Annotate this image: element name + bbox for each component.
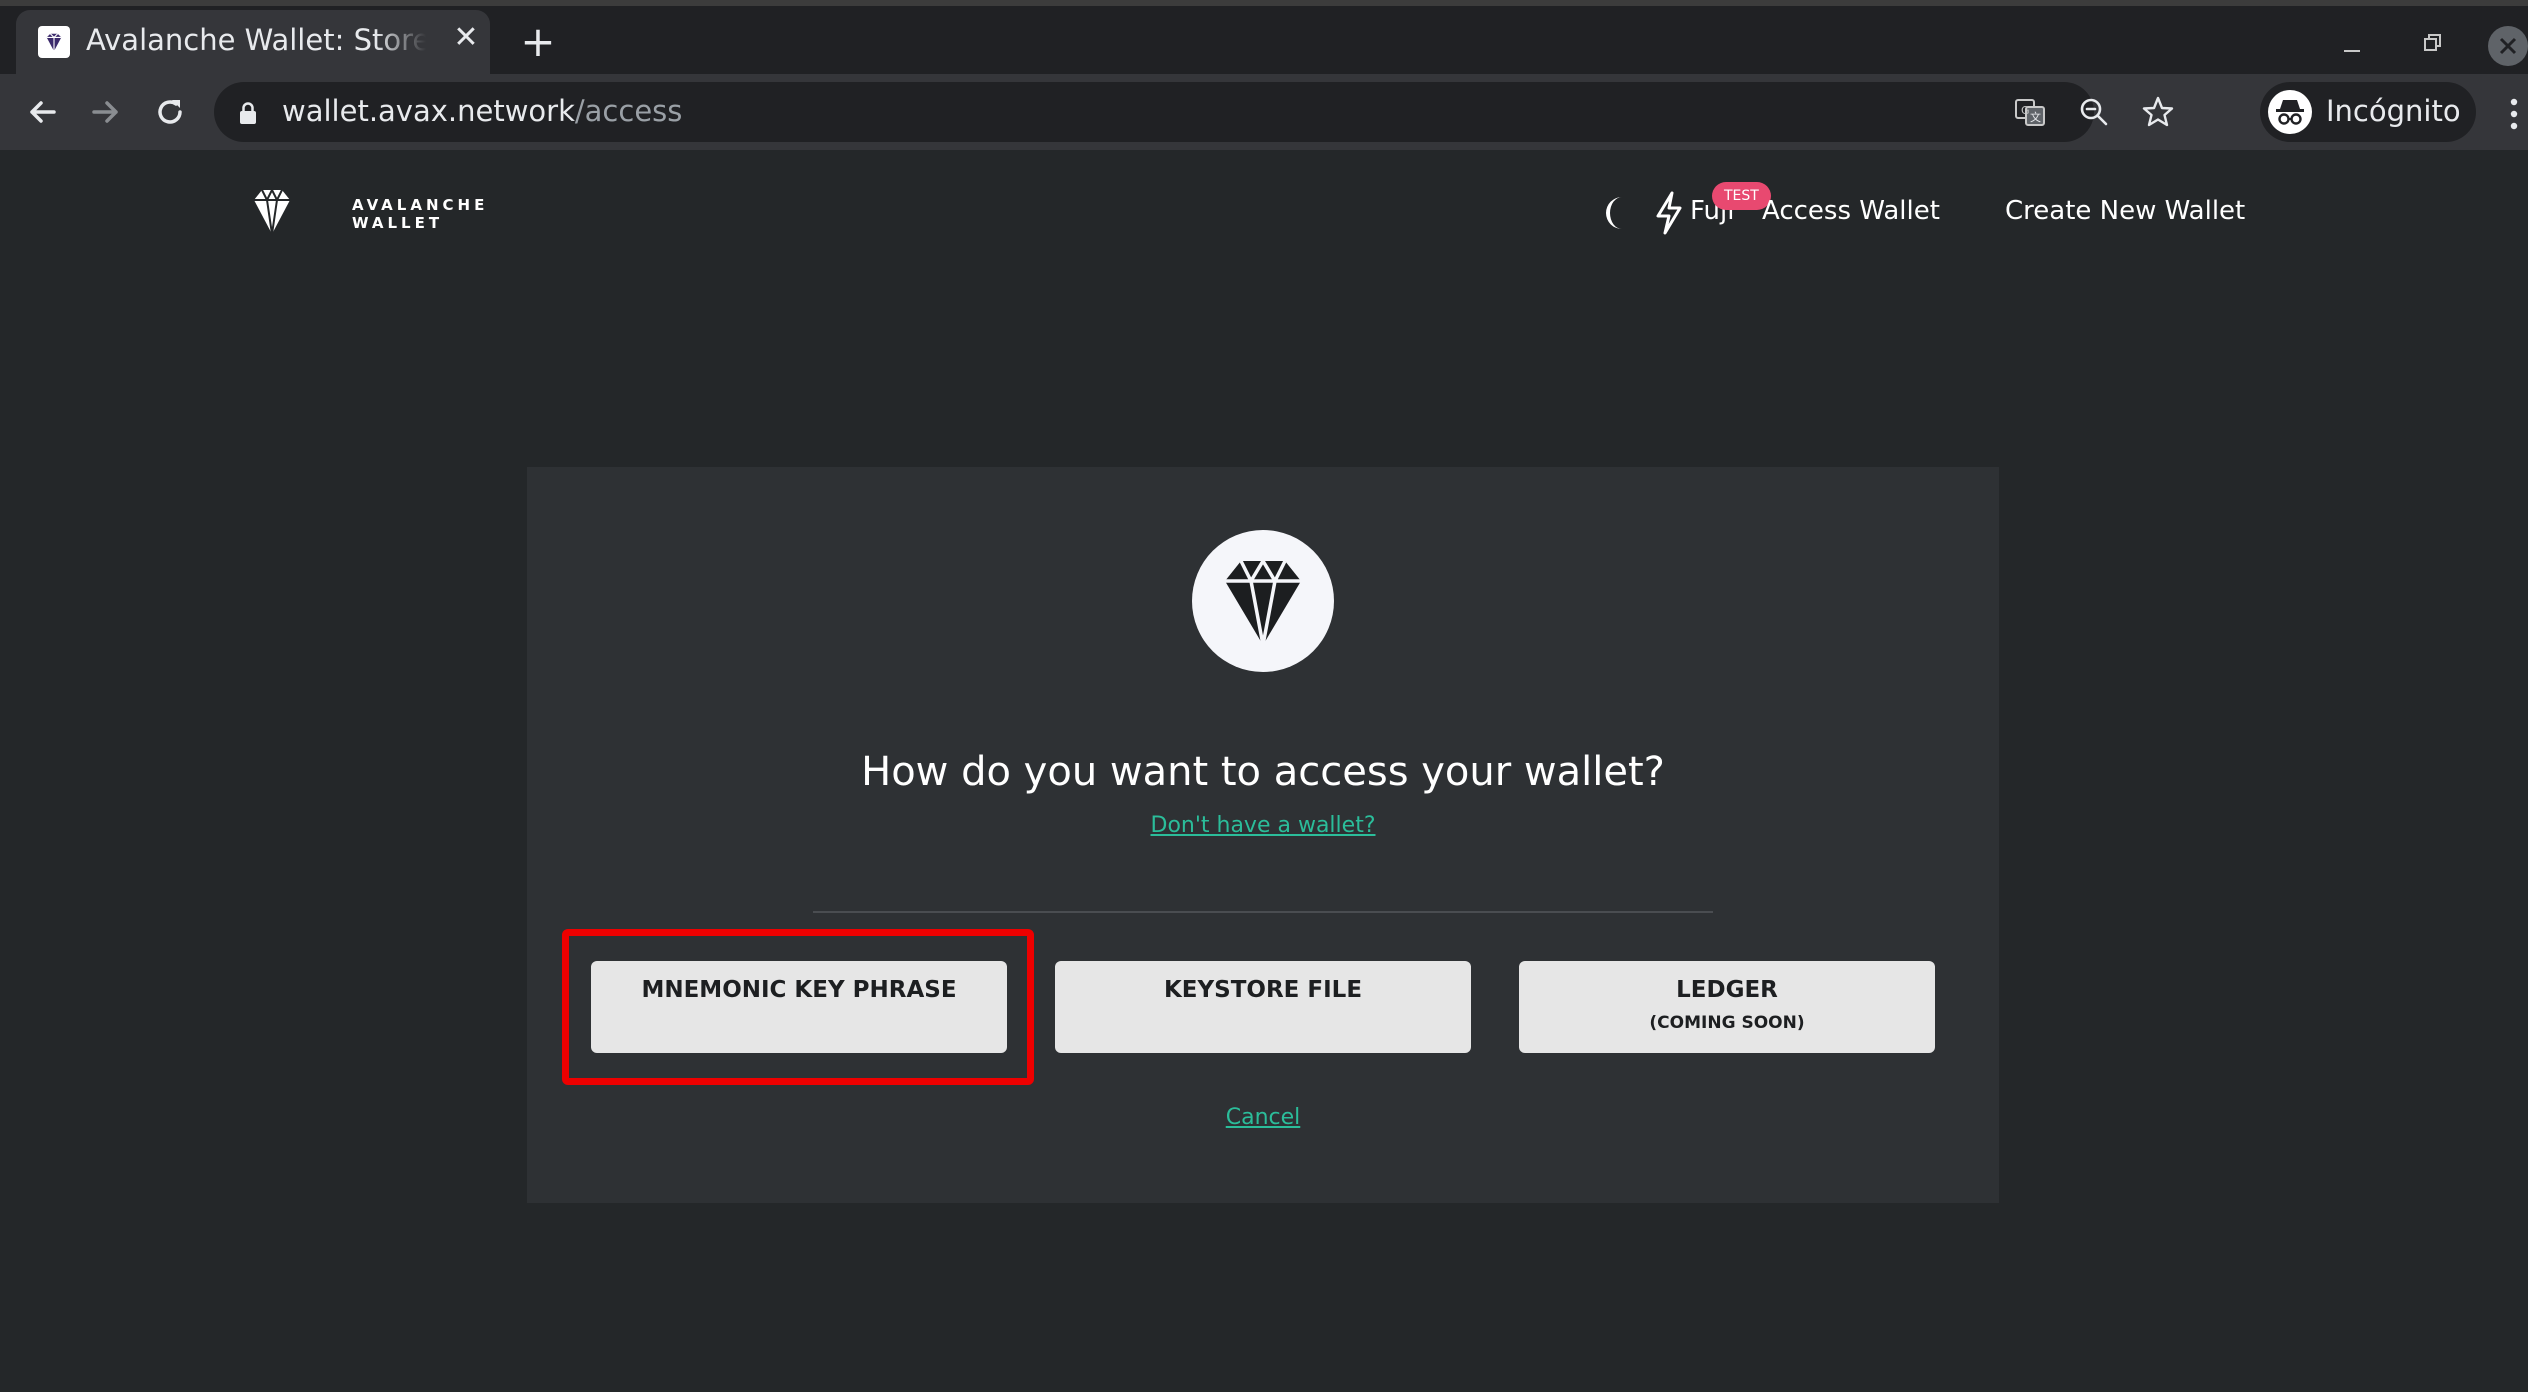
ledger-button[interactable]: LEDGER (COMING SOON) [1519, 961, 1935, 1053]
diamond-logo-icon [254, 187, 290, 235]
dont-have-wallet-text[interactable]: Don't have a wallet? [1151, 813, 1376, 838]
new-tab-button[interactable]: + [518, 21, 558, 63]
divider [813, 911, 1713, 913]
bookmark-star-icon[interactable] [2140, 94, 2176, 130]
logo-line-1: AVALANCHE [352, 196, 489, 214]
moon-icon[interactable] [1600, 193, 1634, 233]
create-new-wallet-link[interactable]: Create New Wallet [2005, 196, 2245, 226]
browser-menu-icon[interactable] [2500, 94, 2528, 134]
window-restore-button[interactable] [2412, 24, 2452, 64]
keystore-file-button[interactable]: KEYSTORE FILE [1055, 961, 1471, 1053]
reload-icon[interactable] [150, 92, 190, 132]
access-wallet-link[interactable]: Access Wallet [1762, 196, 1940, 226]
avalanche-favicon-icon [38, 26, 70, 58]
dont-have-wallet-link[interactable]: Don't have a wallet? [527, 813, 1999, 838]
translate-icon[interactable]: G文 [2012, 94, 2048, 130]
lock-icon[interactable] [236, 100, 260, 126]
url-path: /access [574, 94, 683, 128]
diamond-icon [1192, 530, 1334, 672]
url-host: wallet.avax.network [282, 94, 575, 128]
browser-tab[interactable]: Avalanche Wallet: Store Your ✕ [16, 10, 490, 80]
window-close-button[interactable] [2488, 26, 2528, 66]
browser-tabstrip: Avalanche Wallet: Store Your ✕ + [0, 0, 2528, 80]
back-arrow-icon[interactable] [22, 92, 62, 132]
option-label: MNEMONIC KEY PHRASE [641, 977, 957, 1003]
tab-title: Avalanche Wallet: Store Your [86, 23, 426, 57]
window-minimize-button[interactable] [2332, 24, 2372, 64]
forward-arrow-icon[interactable] [86, 92, 126, 132]
svg-text:文: 文 [2030, 110, 2041, 124]
logo-line-2: WALLET [352, 214, 444, 232]
cancel-text[interactable]: Cancel [1226, 1105, 1301, 1130]
incognito-icon [2268, 90, 2312, 134]
url-text[interactable]: wallet.avax.network/access [282, 94, 682, 128]
access-title: How do you want to access your wallet? [861, 749, 1665, 795]
browser-toolbar: wallet.avax.network/access G文 Incógnito [0, 74, 2528, 150]
mnemonic-key-phrase-button[interactable]: MNEMONIC KEY PHRASE [591, 961, 1007, 1053]
address-bar[interactable]: wallet.avax.network/access G文 [214, 82, 2174, 142]
logo-text: AVALANCHE WALLET [352, 196, 488, 232]
tab-close-icon[interactable]: ✕ [448, 20, 484, 56]
zoom-out-icon[interactable] [2076, 94, 2112, 130]
option-label: KEYSTORE FILE [1163, 977, 1363, 1003]
incognito-label: Incógnito [2326, 94, 2461, 128]
avalanche-logo[interactable]: AVALANCHE WALLET [252, 186, 484, 238]
cancel-link[interactable]: Cancel [527, 1105, 1999, 1130]
access-wallet-card: How do you want to access your wallet? D… [527, 467, 1999, 1203]
svg-text:G: G [2021, 104, 2030, 117]
option-sublabel: (COMING SOON) [1649, 1013, 1805, 1033]
lightning-bolt-icon[interactable] [1652, 190, 1686, 236]
option-label: LEDGER [1676, 977, 1778, 1003]
incognito-profile-button[interactable]: Incógnito [2260, 82, 2476, 142]
